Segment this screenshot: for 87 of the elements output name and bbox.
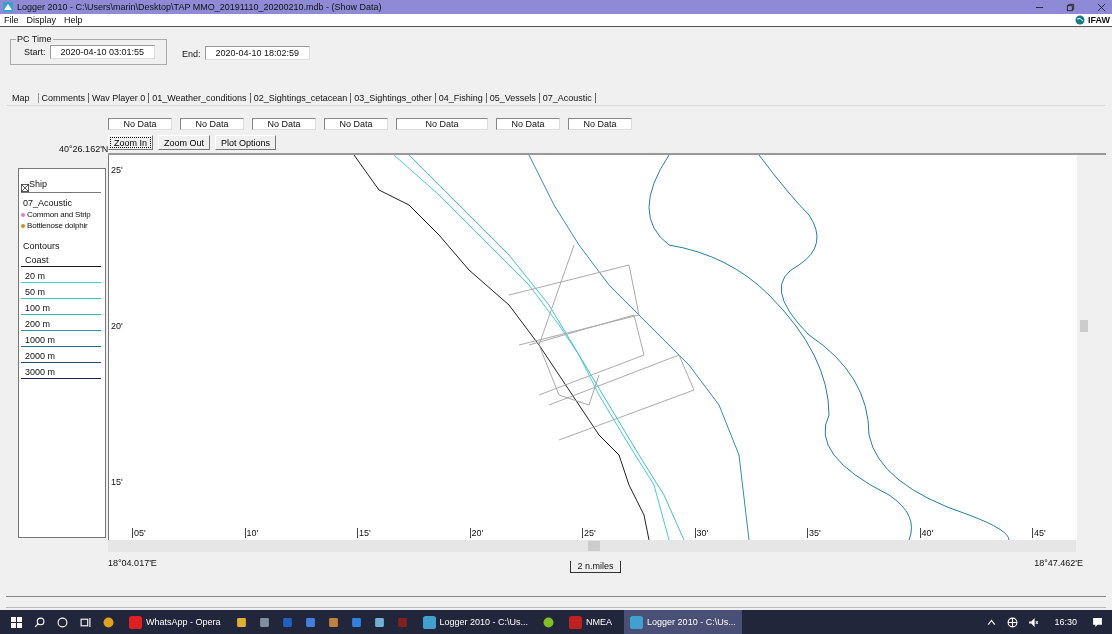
- tab[interactable]: 03_Sightings_other: [351, 93, 436, 103]
- network-icon[interactable]: [1007, 616, 1019, 628]
- longitude-tick: 35': [807, 528, 821, 538]
- taskbar-app-button[interactable]: WhatsApp - Opera: [123, 610, 227, 634]
- contour-legend-item: 2000 m: [21, 349, 101, 363]
- start-field[interactable]: 2020-04-10 03:01:55: [49, 45, 156, 59]
- latitude-tick: 25': [111, 165, 123, 175]
- windows-start-icon[interactable]: [11, 616, 22, 628]
- ship-symbol-icon: [21, 184, 29, 192]
- app-icon: [129, 615, 142, 629]
- app-icon: [422, 615, 436, 629]
- readout-field: No Data: [396, 118, 488, 130]
- start-label: Start:: [24, 47, 46, 57]
- logo-text: IFAW: [1088, 15, 1110, 25]
- app-icon: [569, 615, 583, 629]
- longitude-tick: 05': [132, 528, 146, 538]
- chevron-up-icon[interactable]: [986, 616, 998, 628]
- longitude-tick: 40': [919, 528, 934, 538]
- latitude-tick: 20': [111, 321, 123, 331]
- longitude-tick: 30': [694, 528, 709, 538]
- search-icon[interactable]: [34, 616, 45, 628]
- tab[interactable]: 05_Vessels: [486, 93, 540, 103]
- map-button[interactable]: Plot Options: [215, 135, 277, 150]
- readout-field: No Data: [496, 118, 560, 130]
- pinned-app-icon[interactable]: [327, 616, 339, 628]
- longitude-tick: 10': [244, 528, 259, 538]
- longitude-tick: 45': [1032, 528, 1046, 538]
- menu-item[interactable]: Display: [26, 15, 57, 25]
- map-button[interactable]: Zoom In: [108, 135, 153, 150]
- readout-field: No Data: [180, 118, 244, 130]
- clock[interactable]: 16:30: [1054, 617, 1077, 627]
- tab[interactable]: 07_Acoustic: [539, 93, 596, 103]
- readout-field: No Data: [324, 118, 388, 130]
- contour-legend-item: 20 m: [21, 269, 101, 283]
- contour-legend-item: 50 m: [21, 285, 101, 299]
- taskbar-app-button[interactable]: Logger 2010 - C:\Us...: [416, 610, 535, 634]
- muted-speaker-icon[interactable]: [1028, 616, 1040, 628]
- legend-label: Bottlenose dolphir: [27, 221, 88, 230]
- readout-field: No Data: [252, 118, 316, 130]
- tab[interactable]: 04_Fishing: [435, 93, 487, 103]
- scale-bar: 2 n.miles: [570, 561, 621, 573]
- pinned-app-icon[interactable]: [304, 616, 316, 628]
- longitude-label: 18°04.017'E: [108, 558, 157, 570]
- task-view-icon[interactable]: [80, 616, 91, 628]
- contour-legend-item: 100 m: [21, 301, 101, 315]
- pinned-app-icon[interactable]: [258, 616, 270, 628]
- contour-legend-item: 3000 m: [21, 365, 101, 379]
- readout-field: No Data: [568, 118, 632, 130]
- legend-label: Contours: [22, 241, 61, 251]
- end-label: End:: [182, 49, 201, 59]
- taskbar-app-button[interactable]: Logger 2010 - C:\Us...: [624, 610, 742, 634]
- window-title: Logger 2010 - C:\Users\marin\Desktop\TAP MMO_20191110_20200210.mdb - (Show Data): [17, 2, 382, 12]
- taskbar-app-button[interactable]: NMEA: [563, 610, 619, 634]
- circle-icon[interactable]: [57, 616, 68, 628]
- tab[interactable]: 01_Weather_conditions: [149, 93, 251, 103]
- pinned-app-icon[interactable]: [235, 616, 247, 628]
- legend-label: 07_Acoustic: [22, 198, 74, 208]
- taskbar-app-icon[interactable]: [103, 616, 114, 628]
- group-label: PC Time: [16, 34, 53, 44]
- longitude-tick: 20': [469, 528, 484, 538]
- latitude-tick: 15': [111, 477, 123, 487]
- app-icon: [3, 2, 13, 12]
- end-field[interactable]: 2020-04-10 18:02:59: [204, 46, 311, 60]
- longitude-tick: 25': [582, 528, 596, 538]
- taskbar-app-icon[interactable]: [543, 616, 555, 628]
- contour-legend-item: 1000 m: [21, 333, 101, 347]
- close-icon[interactable]: [1097, 2, 1106, 12]
- app-icon: [630, 615, 644, 629]
- horizontal-scrollbar[interactable]: [108, 540, 1076, 552]
- tab[interactable]: 02_Sightings_cetacean: [250, 93, 352, 103]
- legend-label: Common and Strip: [27, 210, 91, 219]
- tab[interactable]: Wav Player 0: [89, 93, 150, 103]
- menu-item[interactable]: File: [4, 15, 19, 25]
- pinned-app-icon[interactable]: [373, 616, 385, 628]
- pinned-app-icon[interactable]: [350, 616, 362, 628]
- contour-legend-item: 200 m: [21, 317, 101, 331]
- menu-item[interactable]: Help: [64, 15, 83, 25]
- map-button[interactable]: Zoom Out: [158, 135, 211, 150]
- latitude-label: 40°26.162'N: [59, 144, 110, 153]
- tab[interactable]: Comments: [38, 93, 90, 103]
- contour-legend-item: Coast: [21, 253, 101, 267]
- longitude-label: 18°47.462'E: [1034, 558, 1083, 570]
- readout-field: No Data: [108, 118, 172, 130]
- restore-icon[interactable]: [1066, 2, 1075, 12]
- notification-icon[interactable]: [1092, 616, 1103, 628]
- longitude-tick: 15': [357, 528, 371, 538]
- legend-label: Ship: [29, 179, 47, 189]
